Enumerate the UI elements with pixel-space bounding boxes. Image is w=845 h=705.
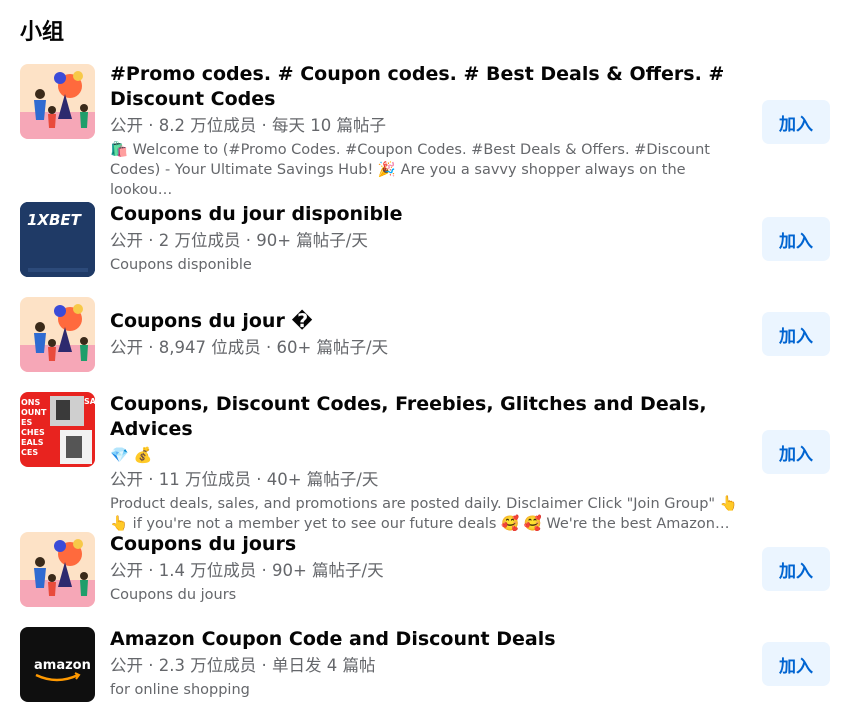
svg-text:CHES: CHES bbox=[21, 428, 45, 437]
group-name[interactable]: #Promo codes. # Coupon codes. # Best Dea… bbox=[110, 62, 750, 112]
xbet-logo-icon: 1XBET bbox=[20, 202, 95, 277]
group-meta: 公开 · 11 万位成员 · 40+ 篇帖子/天 bbox=[110, 470, 379, 489]
group-name-emoji: 💎 💰 bbox=[110, 446, 153, 464]
group-description: Coupons disponible bbox=[110, 257, 252, 273]
group-name[interactable]: Coupons, Discount Codes, Freebies, Glitc… bbox=[110, 392, 750, 442]
svg-text:ONS: ONS bbox=[21, 398, 40, 407]
group-meta: 公开 · 8.2 万位成员 · 每天 10 篇帖子 bbox=[110, 116, 386, 135]
join-button[interactable]: 加入 bbox=[762, 642, 830, 686]
svg-text:ES: ES bbox=[21, 418, 32, 427]
group-name[interactable]: Coupons du jour � bbox=[110, 309, 750, 334]
group-description: for online shopping bbox=[110, 682, 250, 698]
svg-text:amazon: amazon bbox=[34, 658, 91, 673]
join-button[interactable]: 加入 bbox=[762, 312, 830, 356]
join-button[interactable]: 加入 bbox=[762, 100, 830, 144]
illustration-people-tree-icon bbox=[20, 297, 95, 372]
group-name[interactable]: Coupons du jours bbox=[110, 532, 750, 557]
join-button[interactable]: 加入 bbox=[762, 430, 830, 474]
group-avatar[interactable] bbox=[20, 532, 95, 607]
group-meta: 公开 · 2.3 万位成员 · 单日发 4 篇帖 bbox=[110, 656, 376, 675]
group-description: 🛍️ Welcome to (#Promo Codes. #Coupon Cod… bbox=[110, 142, 710, 198]
amazon-logo-icon: amazon bbox=[20, 627, 95, 702]
group-avatar[interactable]: amazon bbox=[20, 627, 95, 702]
group-description: Coupons du jours bbox=[110, 587, 237, 603]
group-avatar[interactable] bbox=[20, 64, 95, 139]
group-meta: 公开 · 8,947 位成员 · 60+ 篇帖子/天 bbox=[110, 338, 389, 357]
group-meta: 公开 · 2 万位成员 · 90+ 篇帖子/天 bbox=[110, 231, 368, 250]
illustration-people-tree-icon bbox=[20, 532, 95, 607]
svg-text:CES: CES bbox=[21, 448, 38, 457]
group-item: amazon Amazon Coupon Code and Discount D… bbox=[0, 627, 845, 705]
section-title: 小组 bbox=[20, 20, 65, 45]
group-avatar[interactable] bbox=[20, 297, 95, 372]
group-name[interactable]: Amazon Coupon Code and Discount Deals bbox=[110, 627, 750, 652]
group-item: #Promo codes. # Coupon codes. # Best Dea… bbox=[0, 62, 845, 198]
join-button[interactable]: 加入 bbox=[762, 217, 830, 261]
group-description: Product deals, sales, and promotions are… bbox=[110, 496, 738, 512]
svg-text:1XBET: 1XBET bbox=[27, 211, 83, 229]
group-item: Coupons du jour � 公开 · 8,947 位成员 · 60+ 篇… bbox=[0, 297, 845, 377]
group-avatar[interactable]: ONS OUNT ES CHES EALS CES SA bbox=[20, 392, 95, 467]
group-item: Coupons du jours 公开 · 1.4 万位成员 · 90+ 篇帖子… bbox=[0, 532, 845, 612]
group-avatar[interactable]: 1XBET bbox=[20, 202, 95, 277]
join-button[interactable]: 加入 bbox=[762, 547, 830, 591]
group-meta: 公开 · 1.4 万位成员 · 90+ 篇帖子/天 bbox=[110, 561, 384, 580]
illustration-people-tree-icon bbox=[20, 64, 95, 139]
coupons-collage-icon: ONS OUNT ES CHES EALS CES SA bbox=[20, 392, 95, 467]
svg-text:OUNT: OUNT bbox=[21, 408, 47, 417]
svg-text:SA: SA bbox=[84, 397, 95, 406]
group-description: 👆 if you're not a member yet to see our … bbox=[110, 516, 730, 532]
svg-text:EALS: EALS bbox=[21, 438, 44, 447]
group-item: ONS OUNT ES CHES EALS CES SA Coupons, Di… bbox=[0, 392, 845, 532]
group-name[interactable]: Coupons du jour disponible bbox=[110, 202, 750, 227]
group-item: 1XBET Coupons du jour disponible 公开 · 2 … bbox=[0, 202, 845, 282]
